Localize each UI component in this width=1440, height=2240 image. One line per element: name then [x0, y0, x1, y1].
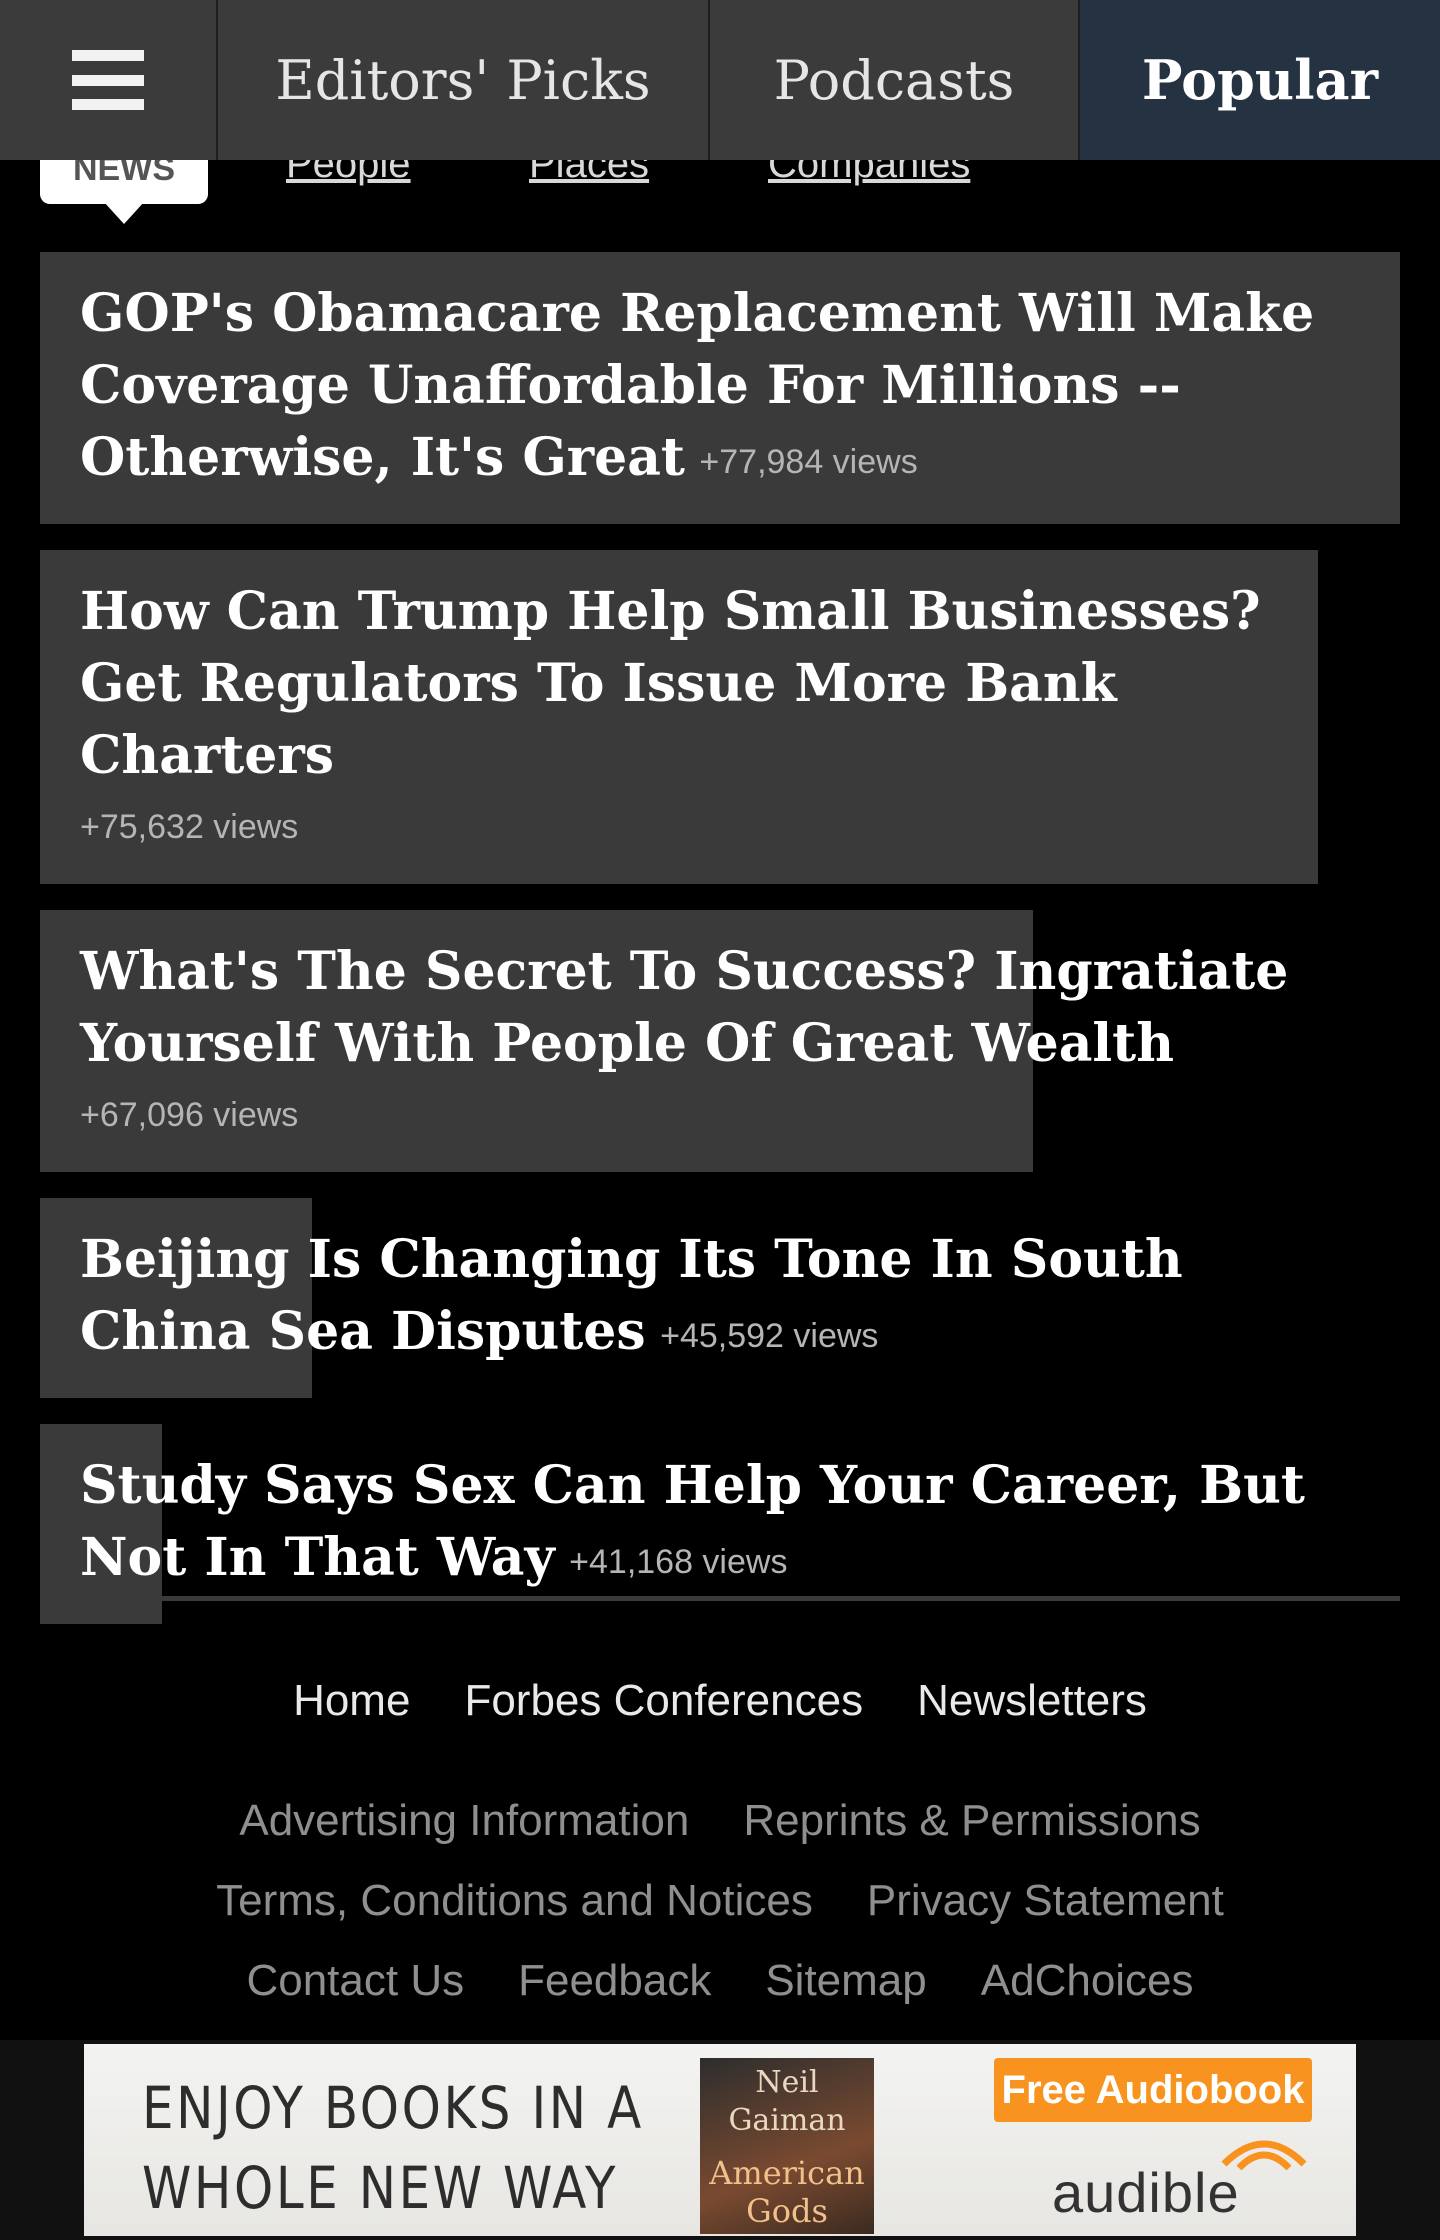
popular-article-list: GOP's Obamacare Replacement Will Make Co…: [40, 252, 1400, 1650]
ad-headline: ENJOY BOOKS IN A WHOLE NEW WAY: [142, 2068, 644, 2228]
article-views: +77,984 views: [699, 443, 918, 481]
article-views: +41,168 views: [569, 1543, 788, 1581]
footer-link-privacy-statement[interactable]: Privacy Statement: [867, 1876, 1224, 1926]
ad-headline-line1: ENJOY BOOKS IN A: [142, 2074, 644, 2142]
footer-secondary-links: Advertising Information Reprints & Permi…: [0, 1796, 1440, 1846]
footer-secondary-links: Contact Us Feedback Sitemap AdChoices: [0, 1956, 1440, 2006]
article-views: +45,592 views: [660, 1317, 879, 1355]
article-item: Beijing Is Changing Its Tone In South Ch…: [40, 1198, 1400, 1398]
audible-logo: audible: [1052, 2161, 1240, 2224]
article-item: What's The Secret To Success? Ingratiate…: [40, 910, 1400, 1172]
footer-link-adchoices[interactable]: AdChoices: [981, 1956, 1194, 2006]
footer-link-advertising-information[interactable]: Advertising Information: [239, 1796, 689, 1846]
free-audiobook-button[interactable]: Free Audiobook: [994, 2058, 1312, 2122]
article-item: Study Says Sex Can Help Your Career, But…: [40, 1424, 1400, 1624]
book-cover-image: Neil Gaiman American Gods: [700, 2058, 874, 2234]
article-title[interactable]: What's The Secret To Success? Ingratiate…: [80, 941, 1288, 1074]
footer-link-contact-us[interactable]: Contact Us: [246, 1956, 464, 2006]
footer-link-sitemap[interactable]: Sitemap: [765, 1956, 926, 2006]
footer-link-forbes-conferences[interactable]: Forbes Conferences: [464, 1676, 863, 1726]
article-views: +75,632 views: [80, 808, 299, 846]
footer-link-feedback[interactable]: Feedback: [518, 1956, 711, 2006]
footer-secondary-links: Terms, Conditions and Notices Privacy St…: [0, 1876, 1440, 1926]
article-item: How Can Trump Help Small Businesses? Get…: [40, 550, 1400, 884]
footer-link-terms[interactable]: Terms, Conditions and Notices: [216, 1876, 813, 1926]
tab-podcasts[interactable]: Podcasts: [710, 0, 1080, 160]
book-title: American Gods: [709, 2154, 865, 2230]
hamburger-menu-icon: [72, 50, 144, 110]
footer-primary-links: Home Forbes Conferences Newsletters: [0, 1676, 1440, 1726]
footer-link-home[interactable]: Home: [293, 1676, 410, 1726]
article-title[interactable]: How Can Trump Help Small Businesses? Get…: [80, 581, 1261, 786]
tab-popular[interactable]: Popular: [1080, 0, 1440, 160]
article-title[interactable]: Beijing Is Changing Its Tone In South Ch…: [80, 1229, 1183, 1362]
ad-headline-line2: WHOLE NEW WAY: [142, 2154, 619, 2222]
article-views: +67,096 views: [80, 1096, 299, 1134]
footer-link-reprints-permissions[interactable]: Reprints & Permissions: [743, 1796, 1200, 1846]
book-author: Neil Gaiman: [728, 2065, 846, 2138]
article-item: GOP's Obamacare Replacement Will Make Co…: [40, 252, 1400, 524]
menu-button[interactable]: [0, 0, 218, 160]
tab-editors-picks[interactable]: Editors' Picks: [218, 0, 710, 160]
article-title[interactable]: GOP's Obamacare Replacement Will Make Co…: [80, 283, 1314, 488]
audible-ad-banner[interactable]: ENJOY BOOKS IN A WHOLE NEW WAY Neil Gaim…: [84, 2044, 1356, 2236]
top-navigation: Editors' Picks Podcasts Popular: [0, 0, 1440, 160]
audible-waves-icon: [1221, 2140, 1307, 2171]
footer-link-newsletters[interactable]: Newsletters: [917, 1676, 1147, 1726]
